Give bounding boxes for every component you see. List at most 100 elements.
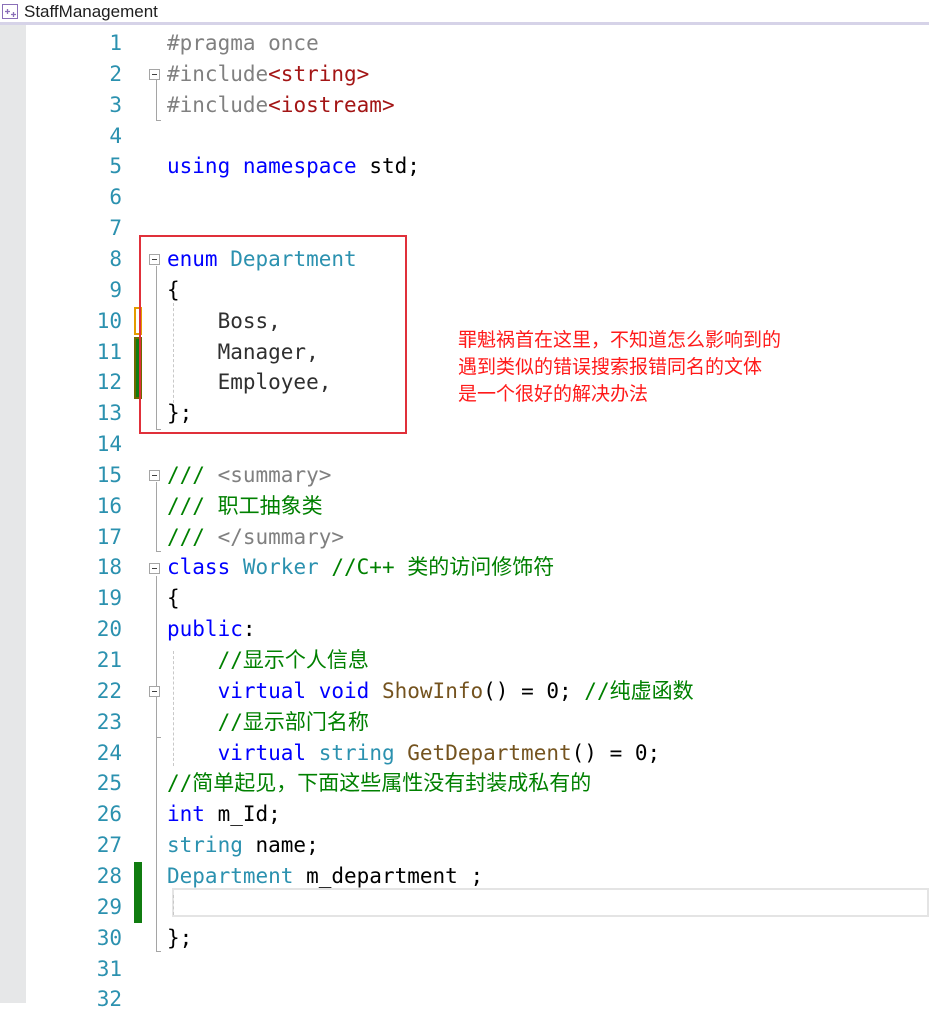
code-token: () = 0; bbox=[483, 678, 585, 703]
line-number: 27 bbox=[96, 833, 122, 858]
code-line[interactable]: 26 int m_Id; bbox=[26, 799, 929, 830]
line-number: 20 bbox=[96, 617, 122, 642]
code-text: class Worker //C++ 类的访问修饰符 bbox=[167, 552, 554, 583]
code-token: () = 0; bbox=[571, 740, 661, 765]
line-number: 22 bbox=[96, 678, 122, 703]
code-line[interactable]: 16 /// 职工抽象类 bbox=[26, 491, 929, 522]
code-editor[interactable]: 1 #pragma once 2 #include<string> 3 #include<… bbox=[26, 25, 929, 1011]
document-tab-title[interactable]: StaffManagement bbox=[24, 2, 158, 22]
annotation-text: 罪魁祸首在这里，不知道怎么影响到的 遇到类似的错误搜索报错同名的文体 是一个很好… bbox=[458, 327, 781, 408]
line-number: 13 bbox=[96, 401, 122, 426]
code-token: #pragma once bbox=[167, 31, 319, 55]
line-number: 10 bbox=[96, 308, 122, 333]
line-number: 23 bbox=[96, 709, 122, 734]
code-line[interactable]: 1 #pragma once bbox=[26, 28, 929, 59]
code-token: virtual bbox=[217, 678, 307, 703]
code-text: }; bbox=[167, 923, 192, 954]
code-line[interactable]: 27 string name; bbox=[26, 830, 929, 861]
line-number: 11 bbox=[96, 339, 122, 364]
code-line[interactable]: 4 bbox=[26, 121, 929, 152]
code-line[interactable]: 18 class Worker //C++ 类的访问修饰符 bbox=[26, 552, 929, 583]
code-line[interactable]: 15 /// <summary> bbox=[26, 460, 929, 491]
code-line[interactable]: 28 Department m_department ; bbox=[26, 861, 929, 892]
code-line[interactable]: 5 using namespace std; bbox=[26, 151, 929, 182]
code-text: int m_Id; bbox=[167, 799, 281, 830]
code-text: { bbox=[167, 583, 180, 614]
code-token: m_Id; bbox=[204, 802, 281, 827]
code-token: /// bbox=[167, 462, 205, 487]
code-text: #pragma once bbox=[167, 28, 319, 59]
code-text: /// 职工抽象类 bbox=[167, 491, 323, 522]
code-token: <summary> bbox=[204, 462, 332, 487]
line-number: 26 bbox=[96, 802, 122, 827]
code-line[interactable]: 19 { bbox=[26, 583, 929, 614]
line-number: 19 bbox=[96, 586, 122, 611]
code-line[interactable]: 21 //显示个人信息 bbox=[26, 645, 929, 676]
line-number: 9 bbox=[109, 277, 122, 302]
highlight-annotation-box bbox=[139, 235, 407, 434]
code-token: name; bbox=[242, 833, 319, 858]
line-number: 24 bbox=[96, 740, 122, 765]
code-token: string bbox=[167, 833, 243, 858]
code-token: m_department ; bbox=[293, 863, 484, 888]
code-line[interactable]: 6 bbox=[26, 182, 929, 213]
code-token: namespace bbox=[242, 154, 357, 179]
code-line[interactable]: 17 /// </summary> bbox=[26, 522, 929, 553]
line-number: 29 bbox=[96, 894, 122, 919]
line-number: 30 bbox=[96, 925, 122, 950]
editor-margin bbox=[0, 25, 26, 1003]
line-number: 8 bbox=[109, 246, 122, 271]
code-line[interactable]: 25 //简单起见，下面这些属性没有封装成私有的 bbox=[26, 768, 929, 799]
code-token: }; bbox=[167, 925, 193, 950]
line-number: 3 bbox=[109, 92, 122, 117]
code-text: virtual string GetDepartment() = 0; bbox=[167, 738, 661, 769]
code-token: using bbox=[167, 154, 231, 179]
line-number: 6 bbox=[109, 185, 122, 210]
code-line[interactable]: 30}; bbox=[26, 923, 929, 954]
code-line[interactable]: 3 #include<iostream> bbox=[26, 90, 929, 121]
code-token: string bbox=[318, 740, 395, 765]
code-line[interactable]: 20 public: bbox=[26, 614, 929, 645]
code-line[interactable]: 22 virtual void ShowInfo() = 0; //纯虚函数 bbox=[26, 676, 929, 707]
document-tab-bar: StaffManagement bbox=[0, 0, 929, 25]
code-line[interactable]: 29 bbox=[26, 892, 929, 923]
code-text: #include<string> bbox=[167, 59, 369, 90]
line-number: 18 bbox=[96, 555, 122, 580]
code-token: //简单起见，下面这些属性没有封装成私有的 bbox=[167, 771, 592, 796]
code-token: int bbox=[167, 802, 205, 827]
code-token: #include bbox=[167, 61, 269, 86]
line-number: 7 bbox=[109, 216, 122, 241]
code-text: public: bbox=[167, 614, 256, 645]
code-text: Department m_department ; bbox=[167, 861, 483, 892]
annotation-line: 遇到类似的错误搜索报错同名的文体 bbox=[458, 356, 763, 378]
code-text: using namespace std; bbox=[167, 151, 420, 182]
code-token: </summary> bbox=[204, 524, 345, 549]
code-line[interactable]: 31 bbox=[26, 954, 929, 985]
code-token: /// 职工抽象类 bbox=[167, 493, 323, 518]
line-number: 5 bbox=[109, 154, 122, 179]
line-number: 15 bbox=[96, 462, 122, 487]
code-line[interactable]: 24 virtual string GetDepartment() = 0; bbox=[26, 738, 929, 769]
line-number: 14 bbox=[96, 432, 122, 457]
code-token: virtual bbox=[217, 740, 307, 765]
code-token: <string> bbox=[268, 61, 370, 86]
code-line[interactable]: 32 bbox=[26, 984, 929, 1015]
code-token: Worker bbox=[242, 555, 319, 580]
code-text: //简单起见，下面这些属性没有封装成私有的 bbox=[167, 768, 591, 799]
line-number: 28 bbox=[96, 863, 122, 888]
code-token: <iostream> bbox=[268, 92, 395, 117]
code-token: //显示个人信息 bbox=[167, 648, 369, 672]
code-line[interactable]: 2 #include<string> bbox=[26, 59, 929, 90]
code-token: ShowInfo bbox=[381, 678, 484, 703]
code-line[interactable]: 23 //显示部门名称 bbox=[26, 707, 929, 738]
code-text: //显示部门名称 bbox=[167, 707, 369, 738]
cpp-file-icon bbox=[2, 4, 18, 19]
line-number: 17 bbox=[96, 524, 122, 549]
code-token: class bbox=[167, 555, 231, 580]
code-text: /// </summary> bbox=[167, 522, 344, 553]
